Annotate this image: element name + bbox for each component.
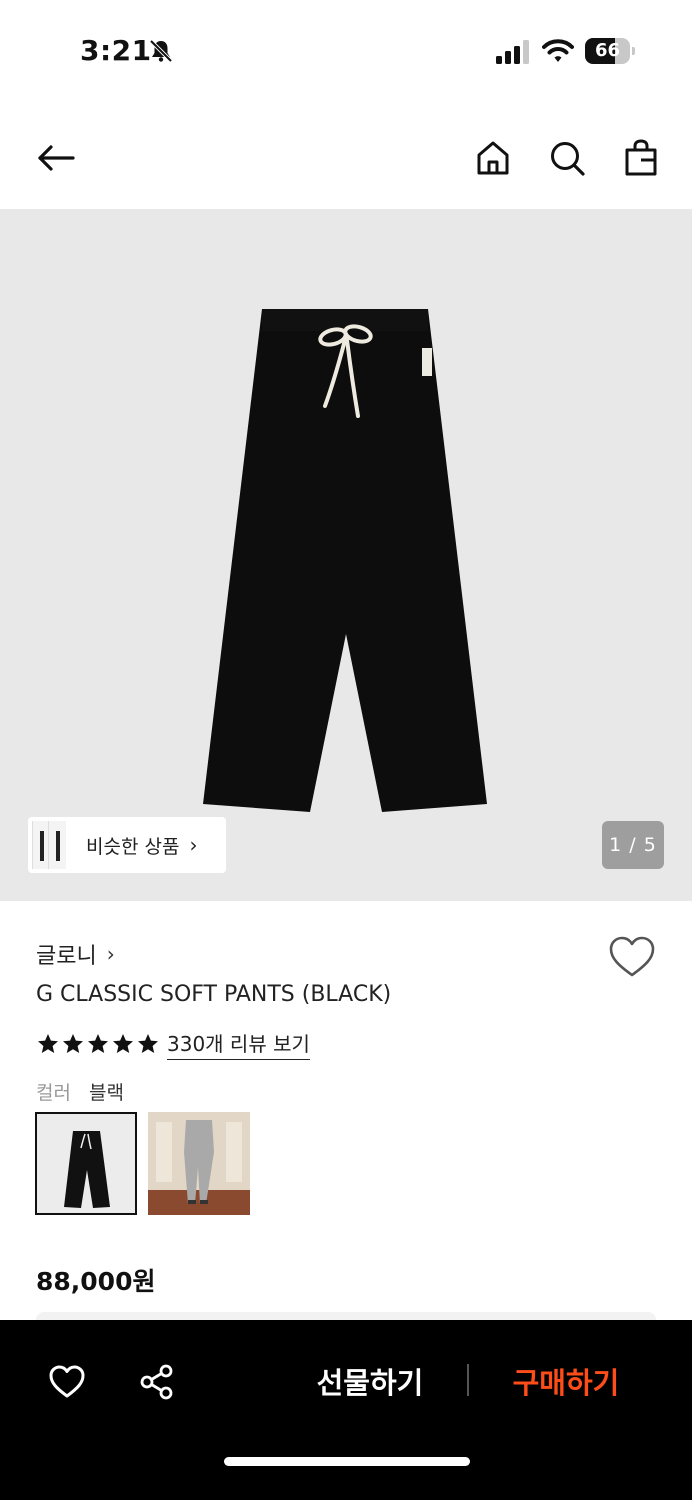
battery-level: 66 <box>594 40 621 61</box>
star-icon <box>138 1034 158 1053</box>
swatch-image-pants <box>64 1131 110 1208</box>
rating-stars <box>36 1032 161 1056</box>
color-value: 블랙 <box>89 1082 124 1104</box>
image-page-indicator: 1 / 5 <box>602 821 664 869</box>
bell-slash-icon <box>149 39 173 63</box>
color-option-row: 컬러 블랙 <box>36 1078 124 1105</box>
swatch-image-model <box>148 1112 250 1215</box>
top-navigation-bar <box>0 118 692 198</box>
wifi-icon <box>542 39 574 62</box>
star-icon <box>63 1034 83 1053</box>
similar-products-thumbnails <box>28 817 84 873</box>
cellular-signal-icon <box>496 40 529 64</box>
similar-products-button[interactable]: 비슷한 상품 › <box>28 817 226 873</box>
product-image-gallery[interactable]: 비슷한 상품 › 1 / 5 <box>0 209 692 901</box>
bottom-action-bar: 선물하기 구매하기 <box>0 1320 692 1500</box>
review-link[interactable]: 330개 리뷰 보기 <box>167 1028 310 1060</box>
back-button[interactable] <box>34 136 78 180</box>
wishlist-heart-icon[interactable] <box>608 935 656 979</box>
search-button[interactable] <box>545 136 589 180</box>
color-swatch-gray[interactable] <box>148 1112 250 1215</box>
star-icon <box>113 1034 133 1053</box>
buy-button[interactable]: 구매하기 <box>496 1356 636 1406</box>
battery-icon: 66 <box>585 38 635 64</box>
star-icon <box>38 1034 58 1053</box>
color-swatch-black[interactable] <box>35 1112 137 1215</box>
brand-link[interactable]: 글로니 › <box>36 938 115 970</box>
cart-button[interactable] <box>619 136 663 180</box>
status-time: 3:21 <box>80 34 152 67</box>
home-button[interactable] <box>471 136 515 180</box>
heart-icon <box>49 1365 85 1398</box>
home-icon <box>477 141 509 175</box>
chevron-right-icon: › <box>106 942 115 966</box>
home-indicator <box>224 1457 470 1466</box>
rating-row: 330개 리뷰 보기 <box>36 1028 310 1060</box>
share-icon <box>140 1364 173 1400</box>
similar-products-label: 비슷한 상품 <box>86 835 180 858</box>
color-label: 컬러 <box>36 1082 71 1104</box>
status-bar: 3:21 66 <box>0 0 692 100</box>
back-arrow-icon <box>38 145 75 171</box>
product-image <box>203 309 487 812</box>
gift-button[interactable]: 선물하기 <box>300 1356 440 1406</box>
search-icon <box>551 142 585 176</box>
product-title: G CLASSIC SOFT PANTS (BLACK) <box>36 982 392 1007</box>
product-price: 88,000원 <box>36 1267 156 1296</box>
chevron-right-icon: › <box>189 833 198 857</box>
action-divider <box>467 1364 469 1396</box>
shopping-bag-icon <box>625 139 657 176</box>
brand-name: 글로니 <box>36 944 97 969</box>
wishlist-button[interactable] <box>45 1360 89 1404</box>
share-button[interactable] <box>135 1360 179 1404</box>
star-icon <box>88 1034 108 1053</box>
